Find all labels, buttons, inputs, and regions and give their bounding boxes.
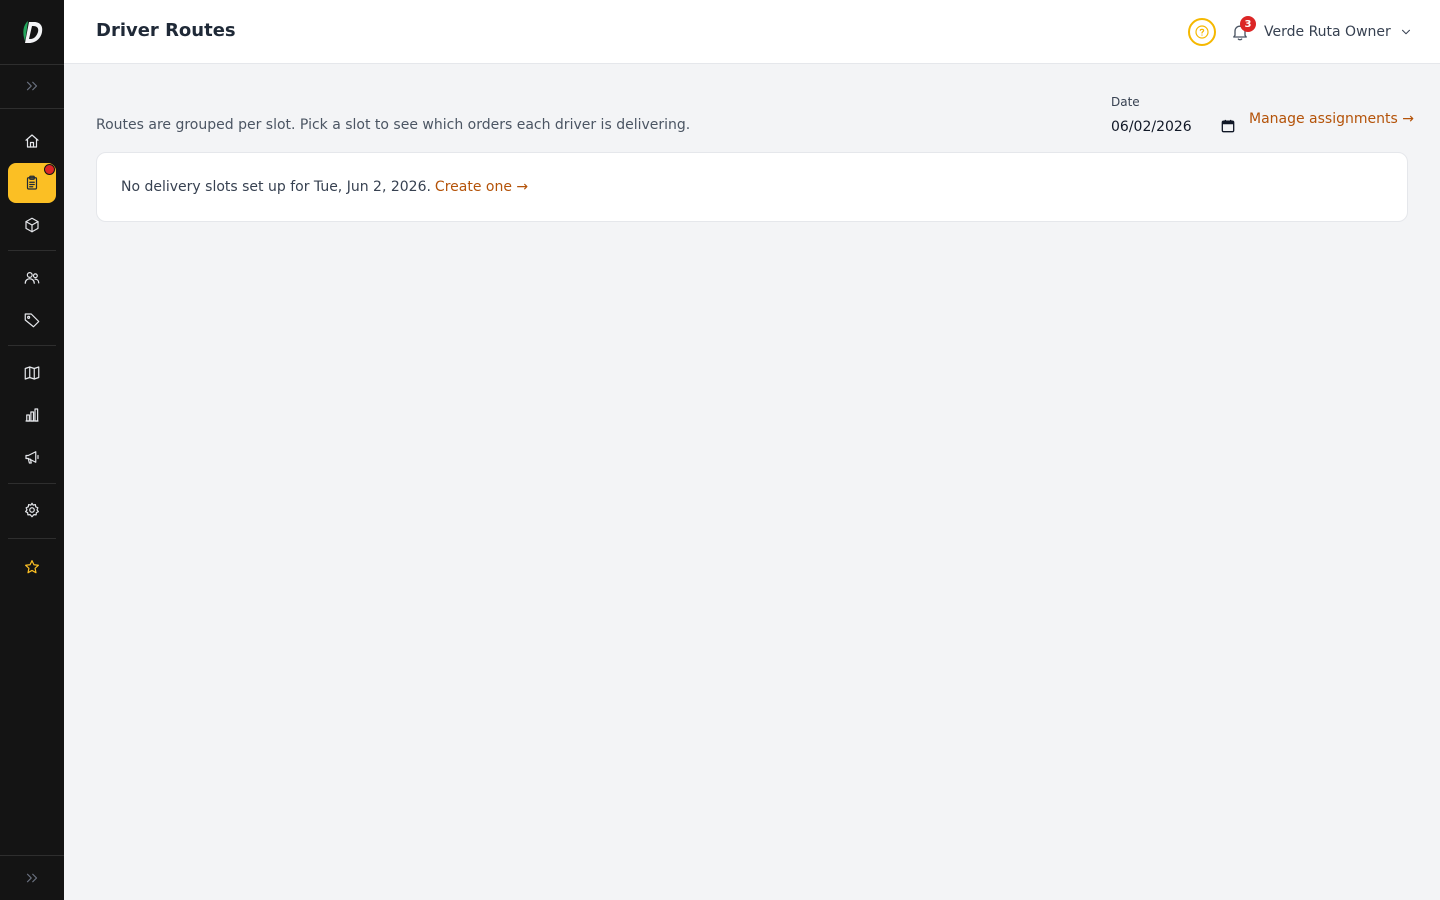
date-filter: Date 06/02/2026	[1111, 95, 1239, 139]
sidebar-item-settings[interactable]	[8, 490, 56, 530]
tag-icon	[24, 313, 40, 328]
date-value: 06/02/2026	[1111, 119, 1192, 135]
app-root: Driver Routes 3 Verde Ruta Owner Routes …	[0, 0, 1440, 900]
notifications-button[interactable]: 3	[1228, 16, 1256, 44]
sidebar-item-maps[interactable]	[8, 353, 56, 393]
empty-state-message: No delivery slots set up for Tue, Jun 2,…	[121, 179, 431, 195]
sidebar-item-favorites[interactable]	[8, 547, 56, 587]
sidebar-divider	[0, 855, 64, 856]
sidebar-item-routes[interactable]	[8, 163, 56, 203]
sidebar-item-customers[interactable]	[8, 258, 56, 298]
sidebar-divider	[8, 483, 56, 484]
chevrons-right-icon	[26, 81, 38, 91]
top-header: Driver Routes 3 Verde Ruta Owner	[64, 0, 1440, 64]
sidebar-divider	[0, 64, 64, 65]
clipboard-icon	[26, 175, 38, 190]
map-icon	[24, 366, 40, 380]
alert-dot	[44, 164, 55, 175]
sidebar-collapse-toggle[interactable]	[8, 858, 56, 898]
users-icon	[24, 272, 40, 284]
help-button[interactable]	[1188, 18, 1216, 46]
home-icon	[25, 134, 39, 148]
notification-count-badge: 3	[1240, 16, 1256, 32]
sidebar-item-products[interactable]	[8, 205, 56, 245]
sidebar	[0, 0, 64, 900]
chevron-down-icon	[1401, 29, 1410, 35]
create-slot-link[interactable]: Create one →	[435, 179, 528, 195]
empty-state-card: No delivery slots set up for Tue, Jun 2,…	[96, 152, 1408, 222]
star-icon	[25, 560, 39, 574]
gear-icon	[25, 502, 39, 518]
sidebar-divider	[0, 108, 64, 109]
sidebar-expand-button[interactable]	[8, 66, 56, 106]
sidebar-item-marketing[interactable]	[8, 437, 56, 477]
calendar-icon[interactable]	[1221, 119, 1235, 133]
sidebar-divider	[8, 345, 56, 346]
chevrons-right-icon	[26, 873, 38, 883]
sidebar-divider	[8, 538, 56, 539]
date-label: Date	[1111, 95, 1140, 109]
user-menu[interactable]: Verde Ruta Owner	[1264, 20, 1413, 44]
sidebar-item-home[interactable]	[8, 121, 56, 161]
sidebar-item-pricing[interactable]	[8, 300, 56, 340]
logo-icon	[23, 21, 43, 43]
date-input[interactable]: 06/02/2026	[1111, 115, 1239, 139]
help-icon	[1195, 25, 1209, 39]
bar-chart-icon	[25, 408, 39, 422]
sidebar-item-reports[interactable]	[8, 395, 56, 435]
sidebar-divider	[8, 250, 56, 251]
page-description: Routes are grouped per slot. Pick a slot…	[96, 117, 691, 133]
manage-assignments-link[interactable]: Manage assignments →	[1249, 111, 1414, 127]
box-icon	[25, 217, 39, 233]
brand-logo[interactable]	[0, 0, 64, 64]
megaphone-icon	[25, 451, 39, 464]
page-title: Driver Routes	[96, 20, 236, 41]
user-name: Verde Ruta Owner	[1264, 24, 1391, 40]
